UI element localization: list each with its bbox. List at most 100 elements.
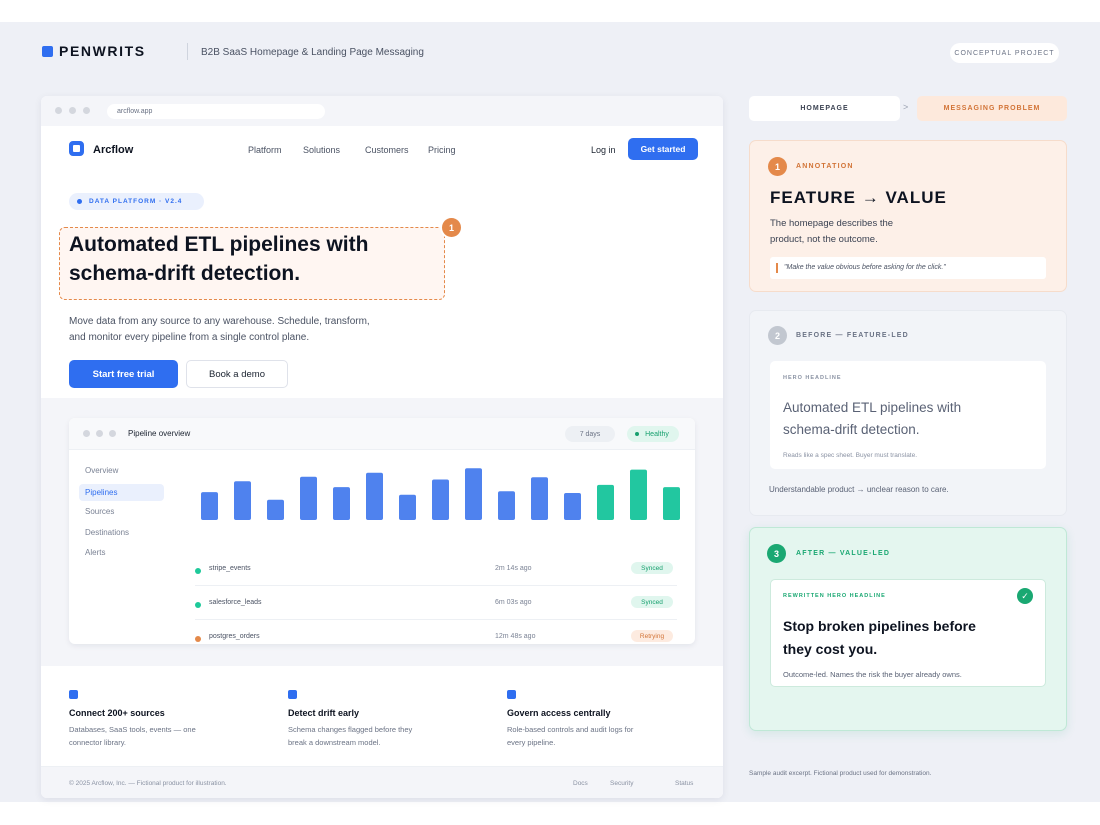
- chart-bar: [597, 484, 614, 520]
- browser-window: arcflow.app Arcflow Platform Solutions C…: [41, 96, 723, 798]
- window-dot-icon: [109, 430, 116, 437]
- check-icon: ✓: [1017, 588, 1033, 604]
- table-row[interactable]: salesforce_leads 6m 03s ago Synced: [195, 596, 677, 618]
- feature-icon: [288, 690, 297, 699]
- breadcrumb-separator: >: [903, 102, 909, 112]
- nav-link-platform[interactable]: Platform: [248, 145, 282, 155]
- pipeline-time: 2m 14s ago: [495, 565, 532, 572]
- chart-bar: [531, 477, 548, 520]
- annotation-body: The homepage describes the product, not …: [770, 218, 894, 245]
- feature-desc: Databases, SaaS tools, events — one conn…: [69, 725, 196, 747]
- feature-title: Detect drift early: [288, 708, 360, 718]
- after-tag: REWRITTEN HERO HEADLINE: [783, 593, 886, 599]
- before-headline: Automated ETL pipelines with schema-drif…: [783, 400, 962, 437]
- panel-note: Sample audit excerpt. Fictional product …: [749, 770, 932, 777]
- health-status-badge: Healthy: [627, 426, 679, 442]
- annotation-number: 1: [768, 157, 787, 176]
- after-label: AFTER — VALUE-LED: [796, 550, 891, 557]
- feature-icon: [69, 690, 78, 699]
- before-label: BEFORE — FEATURE-LED: [796, 332, 909, 339]
- pipeline-name: stripe_events: [209, 565, 251, 572]
- pipeline-time: 12m 48s ago: [495, 633, 536, 640]
- arcflow-logo-icon: [69, 141, 84, 156]
- dash-nav-destinations[interactable]: Destinations: [85, 528, 129, 537]
- chart-bar: [498, 491, 515, 520]
- annotation-label: ANNOTATION: [796, 163, 854, 170]
- before-number: 2: [768, 326, 787, 345]
- chart-bar: [399, 494, 416, 520]
- version-pill: DATA PLATFORM · V2.4: [69, 193, 204, 210]
- hero-body: Move data from any source to any warehou…: [69, 316, 370, 343]
- nav-link-customers[interactable]: Customers: [365, 145, 409, 155]
- pipeline-name: postgres_orders: [209, 633, 260, 640]
- feature-title: Connect 200+ sources: [69, 708, 165, 718]
- hero-headline: Automated ETL pipelines with schema-drif…: [69, 233, 369, 285]
- chart-bar: [366, 472, 383, 520]
- chart-bar: [465, 468, 482, 520]
- chart-bar: [300, 476, 317, 520]
- status-dot-icon: [195, 636, 201, 642]
- status-dot-icon: [195, 568, 201, 574]
- book-demo-button[interactable]: Book a demo: [186, 360, 288, 388]
- window-dot-icon: [83, 430, 90, 437]
- status-dot-icon: [195, 602, 201, 608]
- before-caption: Reads like a spec sheet. Buyer must tran…: [783, 452, 918, 459]
- pipeline-time: 6m 03s ago: [495, 599, 532, 606]
- brand-name: PENWRITS: [59, 43, 146, 59]
- feature-title: Govern access centrally: [507, 708, 611, 718]
- header-subtitle: B2B SaaS Homepage & Landing Page Messagi…: [201, 47, 424, 58]
- footer-link-docs[interactable]: Docs: [573, 780, 588, 787]
- pipeline-bar-chart: [201, 468, 680, 520]
- nav-link-solutions[interactable]: Solutions: [303, 145, 340, 155]
- chart-bar: [333, 487, 350, 520]
- after-caption: Outcome-led. Names the risk the buyer al…: [783, 670, 962, 679]
- annotation-quote: "Make the value obvious before asking fo…: [770, 257, 1046, 279]
- site-footer: © 2025 Arcflow, Inc. — Fictional product…: [41, 766, 723, 798]
- footer-copyright: © 2025 Arcflow, Inc. — Fictional product…: [69, 780, 227, 787]
- browser-toolbar: arcflow.app: [41, 96, 723, 126]
- login-link[interactable]: Log in: [591, 145, 616, 155]
- footer-link-security[interactable]: Security: [610, 780, 633, 787]
- nav-brand[interactable]: Arcflow: [93, 144, 133, 156]
- start-trial-button[interactable]: Start free trial: [69, 360, 178, 388]
- header-divider: [187, 43, 188, 60]
- row-divider: [195, 585, 677, 586]
- get-started-button[interactable]: Get started: [628, 138, 698, 160]
- breadcrumb-homepage[interactable]: HOMEPAGE: [749, 96, 900, 121]
- range-selector[interactable]: 7 days: [565, 426, 615, 442]
- window-dot-icon: [83, 107, 90, 114]
- window-dot-icon: [69, 107, 76, 114]
- dash-nav-overview[interactable]: Overview: [85, 466, 118, 475]
- pipeline-name: salesforce_leads: [209, 599, 262, 606]
- status-badge: Retrying: [631, 630, 673, 642]
- chart-bar: [234, 481, 251, 520]
- before-footnote: Understandable product → unclear reason …: [769, 485, 949, 494]
- window-dot-icon: [96, 430, 103, 437]
- footer-link-status[interactable]: Status: [675, 780, 693, 787]
- dashboard-header: Pipeline overview 7 days Healthy: [69, 418, 695, 450]
- breadcrumb-messaging-problem[interactable]: MESSAGING PROBLEM: [917, 96, 1067, 121]
- after-headline: Stop broken pipelines before they cost y…: [783, 618, 976, 657]
- dash-nav-alerts[interactable]: Alerts: [85, 548, 105, 557]
- chart-bar: [564, 493, 581, 520]
- chart-bar: [267, 499, 284, 520]
- nav-link-pricing[interactable]: Pricing: [428, 145, 456, 155]
- feature-icon: [507, 690, 516, 699]
- dashboard-title: Pipeline overview: [128, 429, 191, 438]
- after-number: 3: [767, 544, 786, 563]
- brand-logo-icon: [42, 46, 53, 57]
- row-divider: [195, 619, 677, 620]
- dashboard-card: Pipeline overview 7 days Healthy Overvie…: [69, 418, 695, 644]
- dash-nav-pipelines[interactable]: Pipelines: [79, 484, 164, 501]
- table-row[interactable]: postgres_orders 12m 48s ago Retrying: [195, 630, 677, 644]
- project-chip: CONCEPTUAL PROJECT: [950, 43, 1059, 63]
- window-dot-icon: [55, 107, 62, 114]
- dash-nav-sources[interactable]: Sources: [85, 507, 114, 516]
- feature-desc: Schema changes flagged before they break…: [288, 725, 413, 747]
- url-bar[interactable]: arcflow.app: [107, 104, 325, 119]
- table-row[interactable]: stripe_events 2m 14s ago Synced: [195, 562, 677, 584]
- before-tag: HERO HEADLINE: [783, 375, 842, 381]
- annotation-title: FEATURE → VALUE: [770, 188, 947, 207]
- chart-bar: [201, 492, 218, 520]
- chart-bar: [630, 469, 647, 520]
